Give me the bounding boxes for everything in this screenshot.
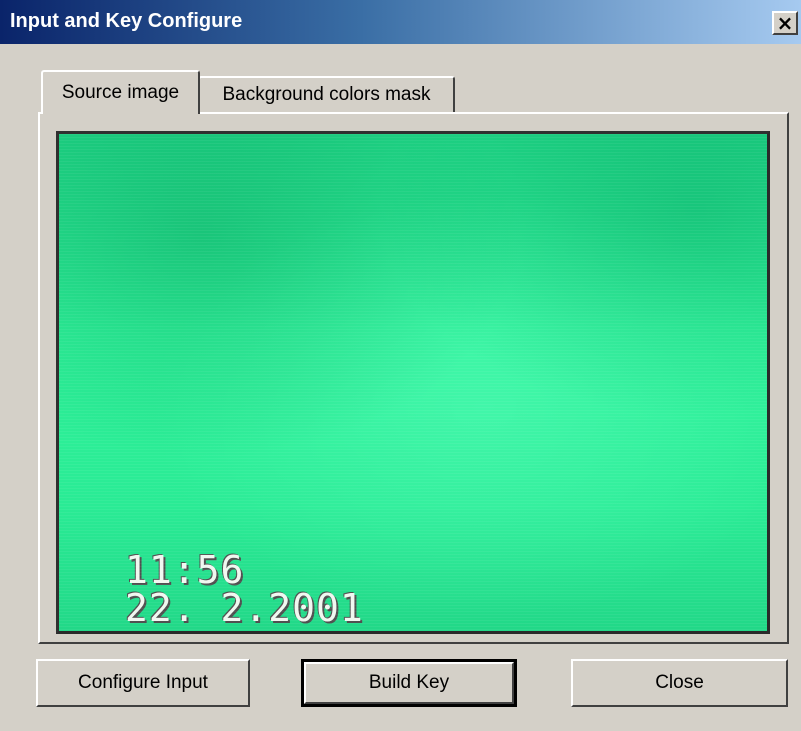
configure-input-button[interactable]: Configure Input — [36, 659, 250, 707]
tab-source-image[interactable]: Source image — [41, 70, 200, 114]
source-image-preview: 11:56 22. 2.2001 — [56, 131, 770, 634]
tab-source-image-label: Source image — [61, 82, 180, 103]
osd-date: 22. 2.2001 — [125, 586, 364, 630]
close-icon[interactable]: × — [772, 11, 798, 35]
title-bar[interactable]: Input and Key Configure × — [0, 0, 801, 44]
input-key-configure-dialog: Input and Key Configure × Source image B… — [0, 0, 801, 731]
build-key-button[interactable]: Build Key — [301, 659, 517, 707]
window-title: Input and Key Configure — [10, 10, 243, 32]
build-key-button-label: Build Key — [368, 672, 450, 693]
close-button[interactable]: Close — [571, 659, 788, 707]
tab-background-colors-mask-label: Background colors mask — [222, 84, 431, 105]
osd-time: 11:56 — [125, 548, 245, 592]
tab-background-colors-mask[interactable]: Background colors mask — [198, 76, 455, 112]
selected-tab-join — [43, 111, 198, 115]
